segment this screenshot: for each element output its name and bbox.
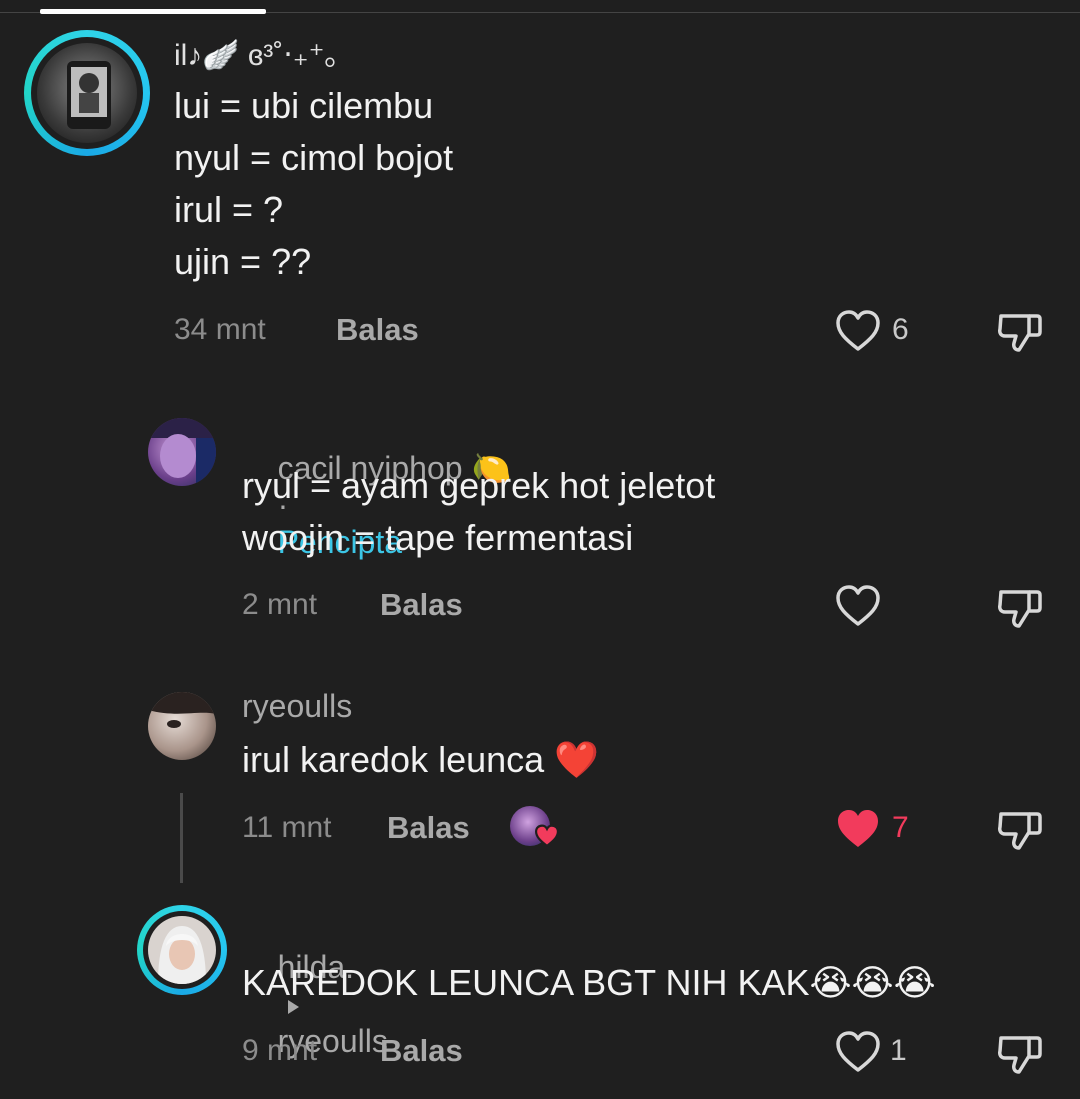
avatar[interactable] — [148, 916, 216, 984]
timestamp: 11 mnt — [242, 811, 332, 844]
username[interactable]: ryeoulls — [242, 688, 352, 725]
dislike-icon[interactable] — [995, 582, 1045, 632]
story-ring[interactable] — [137, 905, 227, 995]
like-count: 7 — [892, 811, 909, 844]
avatar[interactable] — [148, 692, 216, 760]
timestamp: 2 mnt — [242, 588, 318, 621]
comment-line: woojin = tape fermentasi — [242, 517, 634, 558]
dislike-icon[interactable] — [995, 804, 1045, 854]
avatar[interactable] — [148, 418, 216, 486]
username[interactable]: il♪🪽 ɞ³˚‧₊⁺｡ — [174, 30, 339, 74]
heart-icon[interactable] — [835, 584, 881, 628]
reply-button[interactable]: Balas — [387, 810, 470, 846]
reply-button[interactable]: Balas — [380, 1033, 463, 1069]
dislike-icon[interactable] — [995, 306, 1045, 356]
comment-text: ryul = ayam geprek hot jeletot woojin = … — [242, 460, 715, 564]
heart-icon — [534, 824, 560, 848]
comment-line: irul = ? — [174, 189, 284, 230]
reply-button[interactable]: Balas — [380, 587, 463, 623]
comment-line: ujin = ?? — [174, 241, 312, 282]
heart-icon[interactable] — [835, 807, 881, 851]
heart-icon[interactable] — [835, 309, 881, 353]
comment-text: KAREDOK LEUNCA BGT NIH KAK😭😭😭 — [242, 962, 936, 1003]
comment-text: irul karedok leunca ❤️ — [242, 739, 599, 780]
tab-indicator — [40, 9, 266, 14]
reply-button[interactable]: Balas — [336, 312, 419, 348]
like-count: 6 — [892, 313, 909, 346]
comment-line: nyul = cimol bojot — [174, 137, 454, 178]
timestamp: 34 mnt — [174, 313, 266, 346]
avatar[interactable] — [37, 43, 137, 143]
comment-line: ryul = ayam geprek hot jeletot — [242, 465, 716, 506]
thread-line — [180, 793, 183, 883]
timestamp: 9 mnt — [242, 1034, 318, 1067]
comment-line: lui = ubi cilembu — [174, 85, 434, 126]
comment-text: lui = ubi cilembu nyul = cimol bojot iru… — [174, 80, 453, 288]
story-ring[interactable] — [24, 30, 150, 156]
dislike-icon[interactable] — [995, 1028, 1045, 1078]
like-count: 1 — [890, 1034, 907, 1067]
heart-icon[interactable] — [835, 1030, 881, 1074]
